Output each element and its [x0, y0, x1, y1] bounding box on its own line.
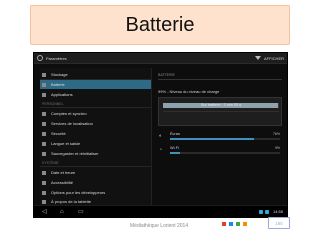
gear-icon — [37, 55, 43, 61]
action-bar-actions: AFFICHER — [255, 56, 284, 61]
usage-fill — [170, 152, 180, 154]
usage-name: Wi-Fi — [170, 146, 179, 150]
home-button[interactable]: ⌂ — [60, 208, 64, 216]
sync-icon — [42, 111, 46, 116]
tablet-screenshot: Paramètres AFFICHER Stockage Batterie Ap… — [33, 52, 288, 218]
sidebar-item-storage[interactable]: Stockage — [40, 70, 151, 79]
sidebar-item-security[interactable]: Sécurité — [40, 129, 151, 138]
slide-title: Batterie — [125, 13, 195, 36]
recent-apps-button[interactable]: ▭ — [78, 208, 84, 216]
graph-baseline — [163, 111, 279, 112]
usage-row-wifi[interactable]: ◔ Wi-Fi 9% — [158, 146, 282, 158]
sidebar-item-label: Accessibilité — [51, 180, 74, 185]
action-bar: Paramètres AFFICHER — [34, 53, 287, 64]
action-bar-title: Paramètres — [46, 55, 67, 61]
settings-sidebar: Stockage Batterie Applications PERSONNEL… — [40, 68, 152, 205]
usage-name: Écran — [170, 132, 180, 136]
sidebar-item-label: Date et heure — [51, 170, 76, 175]
sidebar-item-label: Applications — [51, 92, 73, 97]
lock-icon — [42, 131, 46, 136]
divider — [40, 107, 151, 108]
accessibility-icon — [42, 180, 46, 185]
sidebar-item-location[interactable]: Services de localisation — [40, 119, 151, 128]
wifi-status-icon — [258, 209, 263, 214]
display-icon: ◐ — [159, 133, 163, 139]
sidebar-item-label: Stockage — [51, 72, 68, 77]
battery-icon — [42, 82, 46, 87]
footer-square — [222, 222, 226, 226]
battery-history-graph[interactable]: Sur batterie : 3 min 53 s — [158, 97, 282, 126]
divider — [40, 166, 151, 167]
sidebar-section-personal: PERSONNEL — [42, 102, 64, 106]
footer-squares — [222, 222, 247, 226]
wifi-icon: ◔ — [159, 147, 163, 153]
system-nav-bar: ◁ ⌂ ▭ 14:55 — [34, 205, 287, 217]
clock: 14:55 — [272, 209, 283, 214]
sidebar-item-developer[interactable]: Options pour les développeurs — [40, 188, 151, 197]
sidebar-item-label: Sauvegarder et réinitialiser — [51, 151, 99, 156]
slide-title-box: Batterie — [30, 5, 290, 45]
sidebar-item-battery[interactable]: Batterie — [40, 80, 151, 89]
sidebar-item-label: Services de localisation — [51, 121, 93, 126]
panel-header: BATTERIE — [158, 73, 175, 77]
page-number-box: 195 — [268, 217, 290, 229]
sidebar-item-date-time[interactable]: Date et heure — [40, 168, 151, 177]
page-number: 195 — [275, 220, 283, 226]
usage-percent: 76% — [272, 132, 280, 136]
footer-square — [229, 222, 233, 226]
sidebar-item-label: À propos de la tablette — [51, 199, 92, 204]
storage-icon — [42, 72, 46, 77]
footer-square — [236, 222, 240, 226]
sidebar-item-applications[interactable]: Applications — [40, 90, 151, 99]
action-bar-more[interactable]: AFFICHER — [264, 56, 284, 61]
battery-graph-label: Sur batterie : 3 min 53 s — [200, 103, 242, 107]
language-icon — [42, 141, 46, 146]
usage-percent: 9% — [274, 146, 280, 150]
location-icon — [42, 121, 46, 126]
sidebar-item-label: Langue et saisie — [51, 141, 81, 146]
status-area[interactable]: 14:55 — [258, 209, 283, 214]
battery-status-text: 99% - Niveau du niveau de charge — [158, 89, 220, 94]
usage-fill — [170, 138, 254, 140]
usage-track — [170, 152, 280, 154]
sidebar-item-label: Sécurité — [51, 131, 66, 136]
usage-track — [170, 138, 280, 140]
sidebar-item-backup[interactable]: Sauvegarder et réinitialiser — [40, 149, 151, 158]
info-icon — [42, 199, 46, 204]
sidebar-item-language[interactable]: Langue et saisie — [40, 139, 151, 148]
battery-saver-icon[interactable] — [255, 56, 261, 60]
usage-row-screen[interactable]: ◐ Écran 76% — [158, 132, 282, 144]
battery-status-icon — [264, 209, 269, 214]
sidebar-item-label: Comptes et synchro — [51, 111, 87, 116]
divider — [158, 79, 282, 80]
sidebar-item-label: Options pour les développeurs — [51, 190, 106, 195]
sidebar-item-accessibility[interactable]: Accessibilité — [40, 178, 151, 187]
apps-icon — [42, 92, 46, 97]
sidebar-item-accounts[interactable]: Comptes et synchro — [40, 109, 151, 118]
footer-square — [243, 222, 247, 226]
back-button[interactable]: ◁ — [42, 208, 47, 216]
developer-icon — [42, 190, 46, 195]
clock-icon — [42, 170, 46, 175]
backup-icon — [42, 151, 46, 156]
footer-text: Médiathèque Lorient 2014 — [130, 223, 189, 229]
battery-panel: BATTERIE 99% - Niveau du niveau de charg… — [154, 68, 286, 205]
sidebar-section-system: SYSTÈME — [42, 161, 59, 165]
sidebar-item-label: Batterie — [51, 82, 65, 87]
